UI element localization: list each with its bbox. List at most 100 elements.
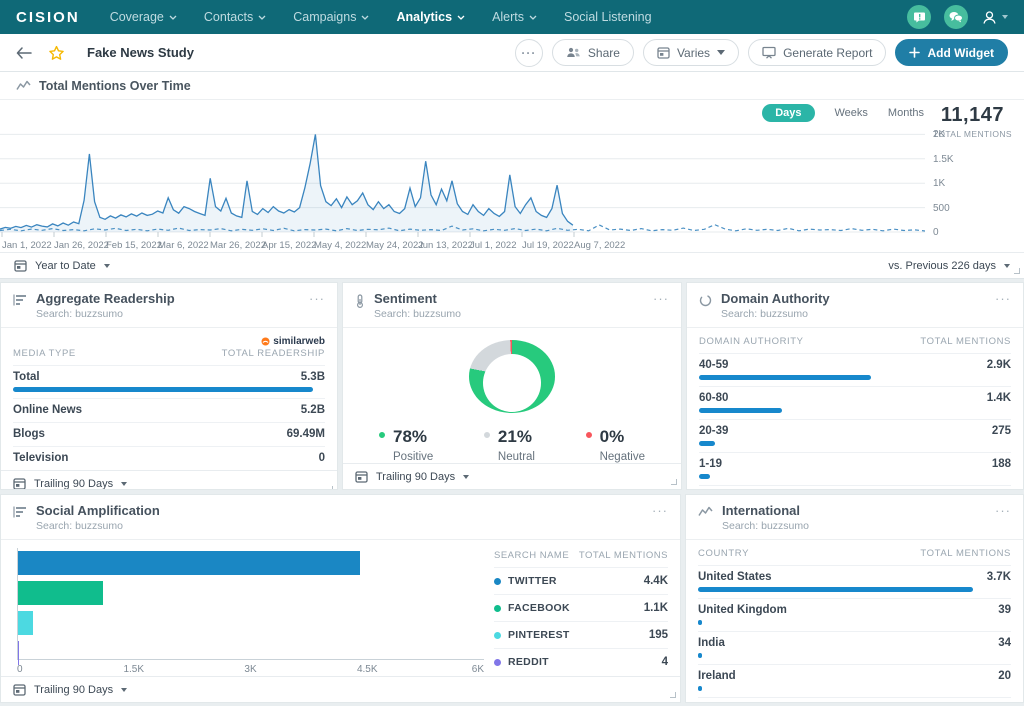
widget-menu-button[interactable]: ··· (652, 504, 668, 517)
row-bar (699, 408, 782, 413)
row-label: 20-39 (699, 425, 728, 437)
table-row: Ireland20 (698, 664, 1011, 697)
calendar-icon (355, 470, 368, 483)
widget-footer: Trailing 90 Days (343, 463, 681, 489)
row-value: 39 (998, 604, 1011, 616)
share-button[interactable]: Share (552, 39, 634, 66)
sentiment-label: Neutral (498, 451, 535, 463)
sentiment-legend-item-positive: 78%Positive (379, 427, 433, 463)
table-row: India34 (698, 631, 1011, 664)
bar-twitter (18, 551, 360, 575)
social-bar-chart[interactable]: 01.5K3K4.5K6K (17, 548, 484, 676)
chevron-down-icon (463, 475, 469, 479)
column-header: COUNTRY (698, 548, 749, 559)
legend-row-reddit: REDDIT4 (494, 648, 668, 675)
legend-text: 21%Neutral (498, 427, 535, 463)
widget-footer: Trailing 90 Days (1, 470, 337, 490)
legend-dot (484, 432, 490, 438)
nav-item-analytics[interactable]: Analytics (396, 10, 465, 24)
favorite-star-button[interactable] (48, 45, 65, 61)
chat-button[interactable] (944, 5, 968, 29)
x-tick-label: Mar 6, 2022 (158, 240, 209, 251)
resize-handle[interactable] (1014, 268, 1020, 274)
chevron-down-icon (121, 482, 127, 486)
widget-search: Search: buzzsumo (374, 308, 461, 320)
period-dropdown[interactable]: Trailing 90 Days (34, 684, 113, 696)
mentions-plot[interactable] (0, 110, 925, 238)
line-chart-icon (16, 80, 31, 91)
period-dropdown[interactable]: Year to Date (35, 260, 96, 272)
period-dropdown[interactable]: Trailing 90 Days (376, 471, 455, 483)
period-dropdown[interactable]: Trailing 90 Days (34, 478, 113, 490)
row-label: 1-19 (699, 458, 722, 470)
legend-dot (494, 659, 501, 666)
mentions-area-chart (0, 110, 925, 238)
x-tick-label: 6K (472, 664, 484, 675)
nav-menu: Coverage Contacts Campaigns Analytics Alerts… (110, 10, 679, 24)
row-label: Television (13, 452, 68, 464)
thermometer-icon (355, 294, 365, 308)
row-label: Total (13, 371, 40, 383)
row-bar (698, 653, 702, 658)
compare-dropdown[interactable]: vs. Previous 226 days (888, 260, 996, 272)
nav-item-label: Campaigns (293, 10, 356, 24)
generate-report-button[interactable]: Generate Report (748, 39, 886, 66)
legend-name: REDDIT (508, 656, 549, 668)
readership-table: MEDIA TYPE similarweb TOTAL READERSHIP T… (1, 328, 337, 470)
legend-dot (586, 432, 592, 438)
widget-header: Sentiment Search: buzzsumo ··· (343, 283, 681, 328)
nav-item-contacts[interactable]: Contacts (204, 10, 266, 24)
report-screen-icon (762, 46, 776, 59)
nav-item-coverage[interactable]: Coverage (110, 10, 177, 24)
table-row-content: 40-592.9K (699, 359, 1011, 371)
widget-header: Social Amplification Search: buzzsumo ··… (1, 495, 680, 540)
domain-authority-widget: Domain Authority Search: buzzsumo ··· DO… (686, 282, 1024, 490)
x-tick-label: 4.5K (357, 664, 378, 675)
resize-handle[interactable] (670, 692, 676, 698)
sentiment-donut-chart[interactable] (469, 340, 555, 413)
nav-item-social-listening[interactable]: Social Listening (564, 10, 652, 24)
row-value: 5.3B (301, 371, 325, 383)
row-label: Online News (13, 404, 82, 416)
legend-dot (494, 632, 501, 639)
widget-title: Social Amplification (36, 504, 160, 518)
widget-menu-button[interactable]: ··· (995, 504, 1011, 517)
x-tick-label: May 4, 2022 (314, 240, 366, 251)
legend-value: 1.1K (644, 602, 668, 614)
sentiment-label: Negative (600, 451, 645, 463)
x-tick-label: 3K (244, 664, 256, 675)
resize-handle[interactable] (671, 479, 677, 485)
row-value: 0 (319, 452, 325, 464)
nav-right (907, 5, 1008, 29)
y-tick-label: 1.5K (933, 154, 954, 165)
date-range-button[interactable]: Varies (643, 39, 739, 66)
row-bar (13, 387, 313, 392)
row-label: Ireland (698, 670, 736, 682)
row-label: 40-59 (699, 359, 728, 371)
table-row: Online News 5.2B (13, 398, 325, 422)
widget-menu-button[interactable]: ··· (653, 292, 669, 305)
chat-bubbles-icon (949, 11, 963, 23)
back-button[interactable] (16, 47, 32, 59)
x-tick-label: Jun 13, 2022 (418, 240, 473, 251)
feedback-button[interactable] (907, 5, 931, 29)
row-bar (699, 441, 715, 446)
resize-handle[interactable] (327, 486, 333, 490)
widget-menu-button[interactable]: ··· (309, 292, 325, 305)
sentiment-label: Positive (393, 451, 433, 463)
legend-name: FACEBOOK (508, 602, 570, 614)
widget-header: Domain Authority Search: buzzsumo ··· (687, 283, 1023, 328)
user-menu[interactable] (981, 9, 1008, 26)
more-options-button[interactable]: ··· (515, 39, 543, 67)
cision-logo[interactable]: CISION (16, 9, 80, 26)
widget-menu-button[interactable]: ··· (995, 292, 1011, 305)
row-value: 5.2B (301, 404, 325, 416)
nav-item-alerts[interactable]: Alerts (492, 10, 537, 24)
nav-item-campaigns[interactable]: Campaigns (293, 10, 369, 24)
widget-title: Sentiment (374, 292, 461, 306)
row-value: 3.7K (987, 571, 1011, 583)
table-row-content: 60-801.4K (699, 392, 1011, 404)
add-widget-button[interactable]: Add Widget (895, 39, 1008, 66)
widget-header: International Search: buzzsumo ··· (686, 495, 1023, 540)
chart-title: Total Mentions Over Time (39, 79, 191, 93)
